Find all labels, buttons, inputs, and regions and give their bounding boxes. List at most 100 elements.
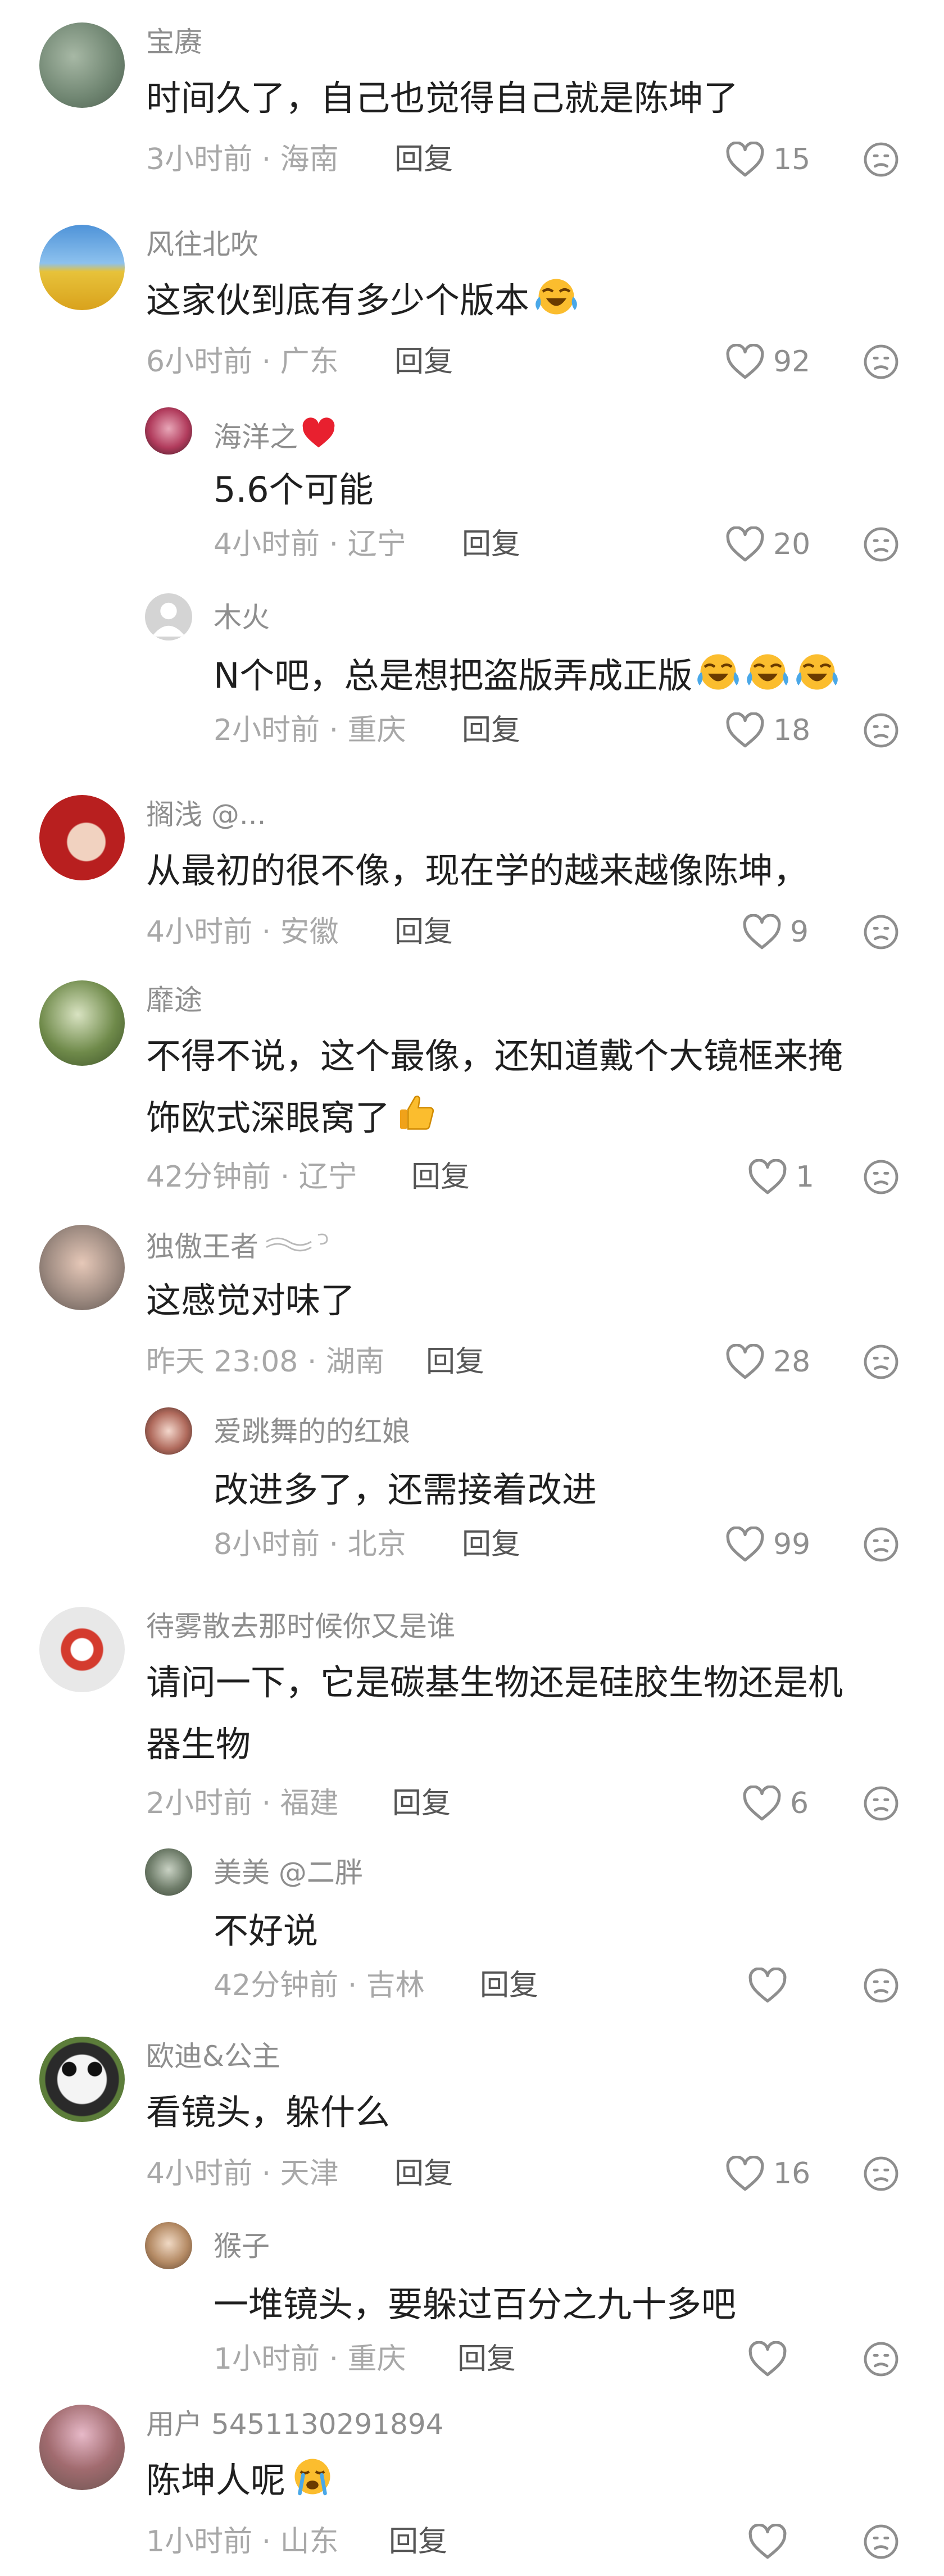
comment-text: 请问一下，它是碳基生物还是硅胶生物还是机 器生物 xyxy=(146,1662,843,1765)
like-count: 9 xyxy=(790,915,809,949)
comment-item: 宝赓 时间久了，自己也觉得自己就是陈坤了 3小时前 · 海南 回复 15 xyxy=(39,22,916,191)
reply-item: 木火 N个吧，总是想把盗版弄成正版 2小时前 · 重庆 回复 18 xyxy=(145,593,916,762)
avatar[interactable] xyxy=(145,407,192,455)
heart-outline-icon[interactable] xyxy=(747,1968,788,2003)
dislike-face-icon[interactable] xyxy=(863,1968,899,2003)
dislike-face-icon[interactable] xyxy=(863,344,899,380)
comment-text: 改进多了，还需接着改进 xyxy=(214,1469,597,1510)
comment-text: 不得不说，这个最像，还知道戴个大镜框来掩 饰欧式深眼窝了 xyxy=(146,1035,843,1138)
dislike-face-icon[interactable] xyxy=(863,712,899,748)
reply-button[interactable]: 回复 xyxy=(462,1530,520,1559)
heart-outline-icon[interactable] xyxy=(725,1344,765,1380)
reply-button[interactable]: 回复 xyxy=(394,2159,453,2188)
avatar[interactable] xyxy=(39,1607,125,1692)
username[interactable]: 靡途 xyxy=(146,986,202,1014)
username[interactable]: 独傲王者 xyxy=(146,1230,334,1261)
comment-item: 风往北吹 这家伙到底有多少个版本 6小时前 · 广东 回复 92 xyxy=(39,225,916,393)
heart-outline-icon[interactable] xyxy=(742,1786,782,1821)
avatar[interactable] xyxy=(39,225,125,310)
username[interactable]: 风往北吹 xyxy=(146,230,258,258)
dislike-face-icon[interactable] xyxy=(863,526,899,562)
avatar[interactable] xyxy=(39,980,125,1066)
comment-meta: 2小时前 · 福建 xyxy=(146,1787,339,1820)
username[interactable]: 海洋之 xyxy=(214,417,336,451)
dislike-face-icon[interactable] xyxy=(863,914,899,950)
reply-button[interactable]: 回复 xyxy=(462,716,520,745)
dislike-face-icon[interactable] xyxy=(863,2156,899,2192)
reply-button[interactable]: 回复 xyxy=(394,347,453,376)
username[interactable]: 用户 5451130291894 xyxy=(146,2410,443,2438)
thumbs-up-emoji xyxy=(400,1096,434,1130)
wave-decoration-icon xyxy=(266,1233,328,1252)
reply-button[interactable]: 回复 xyxy=(426,1347,484,1376)
avatar[interactable] xyxy=(145,1407,192,1455)
dislike-face-icon[interactable] xyxy=(863,2341,899,2377)
reply-button[interactable]: 回复 xyxy=(462,530,520,559)
comment-item: 靡途 不得不说，这个最像，还知道戴个大镜框来掩 饰欧式深眼窝了 42分钟前 · 辽… xyxy=(39,980,916,1205)
reply-button[interactable]: 回复 xyxy=(411,1162,470,1192)
username[interactable]: 木火 xyxy=(214,603,270,631)
dislike-face-icon[interactable] xyxy=(863,1344,899,1380)
avatar[interactable] xyxy=(145,2222,192,2269)
heart-outline-icon[interactable] xyxy=(725,712,765,748)
crying-emoji xyxy=(294,2459,330,2496)
comment-item: 用户 5451130291894 陈坤人呢 1小时前 · 山东 回复 xyxy=(39,2405,916,2573)
comment-text: 时间久了，自己也觉得自己就是陈坤了 xyxy=(146,78,739,119)
reply-button[interactable]: 回复 xyxy=(394,145,453,174)
avatar[interactable] xyxy=(39,2037,125,2122)
avatar[interactable] xyxy=(39,2405,125,2490)
laughing-crying-emoji xyxy=(697,654,739,690)
heart-outline-icon[interactable] xyxy=(747,2341,788,2377)
reply-item: 猴子 一堆镜头，要躲过百分之九十多吧 1小时前 · 重庆 回复 xyxy=(145,2222,916,2391)
reply-button[interactable]: 回复 xyxy=(480,1971,538,2000)
comment-meta: 8小时前 · 北京 xyxy=(214,1528,406,1561)
like-count: 6 xyxy=(790,1787,809,1820)
heart-outline-icon[interactable] xyxy=(747,2524,788,2560)
username[interactable]: 搁浅 @... xyxy=(146,801,266,829)
heart-outline-icon[interactable] xyxy=(742,914,782,950)
reply-button[interactable]: 回复 xyxy=(389,2527,447,2556)
heart-outline-icon[interactable] xyxy=(725,344,765,380)
avatar[interactable] xyxy=(39,795,125,880)
heart-outline-icon[interactable] xyxy=(725,142,765,178)
like-count: 28 xyxy=(773,1345,811,1379)
dislike-face-icon[interactable] xyxy=(863,2524,899,2560)
username[interactable]: 宝赓 xyxy=(146,28,202,56)
dislike-face-icon[interactable] xyxy=(863,1526,899,1562)
laughing-crying-emoji xyxy=(535,279,577,315)
comment-meta: 4小时前 · 辽宁 xyxy=(214,528,406,561)
like-count: 18 xyxy=(773,714,811,747)
username[interactable]: 美美 @二胖 xyxy=(214,1859,363,1887)
reply-button[interactable]: 回复 xyxy=(394,917,453,947)
avatar[interactable] xyxy=(39,22,125,108)
comment-item: 待雾散去那时候你又是谁 请问一下，它是碳基生物还是硅胶生物还是机 器生物 2小时前… xyxy=(39,1607,916,1832)
reply-item: 美美 @二胖 不好说 42分钟前 · 吉林 回复 xyxy=(145,1848,916,2017)
like-count: 16 xyxy=(773,2157,811,2191)
comment-text: 这家伙到底有多少个版本 xyxy=(146,270,580,331)
comment-meta: 3小时前 · 海南 xyxy=(146,143,339,176)
dislike-face-icon[interactable] xyxy=(863,1159,899,1195)
username[interactable]: 欧迪&公主 xyxy=(146,2042,280,2070)
reply-button[interactable]: 回复 xyxy=(392,1789,451,1818)
laughing-crying-emoji xyxy=(747,654,789,690)
like-count: 20 xyxy=(773,528,811,561)
heart-outline-icon[interactable] xyxy=(747,1159,788,1195)
red-heart-emoji xyxy=(302,417,335,448)
username[interactable]: 待雾散去那时候你又是谁 xyxy=(146,1612,455,1641)
heart-outline-icon[interactable] xyxy=(725,1526,765,1562)
heart-outline-icon[interactable] xyxy=(725,526,765,562)
dislike-face-icon[interactable] xyxy=(863,142,899,178)
avatar[interactable] xyxy=(145,1848,192,1896)
avatar[interactable] xyxy=(145,593,192,640)
heart-outline-icon[interactable] xyxy=(725,2156,765,2192)
comment-meta: 1小时前 · 山东 xyxy=(146,2525,339,2559)
dislike-face-icon[interactable] xyxy=(863,1786,899,1821)
username[interactable]: 猴子 xyxy=(214,2232,270,2260)
reply-item: 海洋之 5.6个可能 4小时前 · 辽宁 回复 20 xyxy=(145,407,916,576)
comment-text: 看镜头，躲什么 xyxy=(146,2092,391,2133)
avatar[interactable] xyxy=(39,1225,125,1310)
reply-button[interactable]: 回复 xyxy=(457,2345,516,2374)
laughing-crying-emoji xyxy=(796,654,838,690)
default-user-icon xyxy=(152,602,185,637)
username[interactable]: 爱跳舞的的红娘 xyxy=(214,1418,410,1446)
